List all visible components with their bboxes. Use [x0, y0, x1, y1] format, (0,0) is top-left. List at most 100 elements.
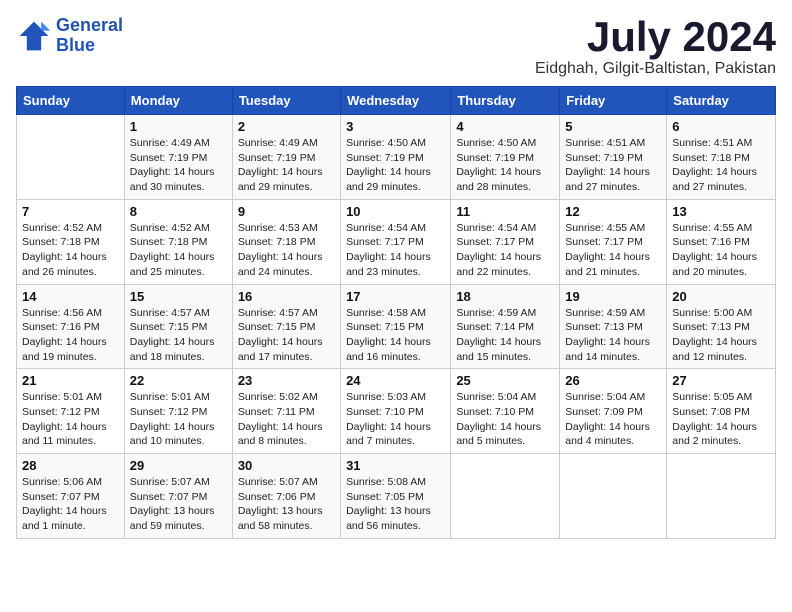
- calendar-cell: 30Sunrise: 5:07 AM Sunset: 7:06 PM Dayli…: [232, 454, 340, 539]
- day-info: Sunrise: 5:01 AM Sunset: 7:12 PM Dayligh…: [130, 390, 227, 449]
- day-info: Sunrise: 5:00 AM Sunset: 7:13 PM Dayligh…: [672, 306, 770, 365]
- day-number: 31: [346, 458, 445, 473]
- day-info: Sunrise: 4:51 AM Sunset: 7:18 PM Dayligh…: [672, 136, 770, 195]
- day-number: 24: [346, 373, 445, 388]
- day-number: 9: [238, 204, 335, 219]
- calendar-cell: 22 Sunrise: 5:01 AM Sunset: 7:12 PM Dayli…: [124, 369, 232, 454]
- day-number: 14: [22, 289, 119, 304]
- subtitle: Eidghah, Gilgit-Baltistan, Pakistan: [535, 60, 776, 78]
- calendar-cell: 7Sunrise: 4:52 AM Sunset: 7:18 PM Daylig…: [17, 199, 125, 284]
- logo-text: General Blue: [56, 16, 123, 56]
- day-info: Sunrise: 4:59 AM Sunset: 7:14 PM Dayligh…: [456, 306, 554, 365]
- column-header-thursday: Thursday: [451, 87, 560, 115]
- calendar-cell: 15 Sunrise: 4:57 AM Sunset: 7:15 PM Dayli…: [124, 284, 232, 369]
- calendar-cell: 17Sunrise: 4:58 AM Sunset: 7:15 PM Dayli…: [341, 284, 451, 369]
- day-number: 16: [238, 289, 335, 304]
- week-row-1: 1 Sunrise: 4:49 AM Sunset: 7:19 PM Daylig…: [17, 115, 776, 200]
- calendar-cell: 29 Sunrise: 5:07 AM Sunset: 7:07 PM Dayli…: [124, 454, 232, 539]
- calendar-cell: [451, 454, 560, 539]
- calendar-cell: 26Sunrise: 5:04 AM Sunset: 7:09 PM Dayli…: [560, 369, 667, 454]
- day-number: 13: [672, 204, 770, 219]
- day-info: Sunrise: 4:53 AM Sunset: 7:18 PM Dayligh…: [238, 221, 335, 280]
- week-row-4: 21 Sunrise: 5:01 AM Sunset: 7:12 PM Dayli…: [17, 369, 776, 454]
- calendar-cell: 6Sunrise: 4:51 AM Sunset: 7:18 PM Daylig…: [667, 115, 776, 200]
- day-number: 22: [130, 373, 227, 388]
- day-number: 5: [565, 119, 661, 134]
- calendar-cell: 12Sunrise: 4:55 AM Sunset: 7:17 PM Dayli…: [560, 199, 667, 284]
- day-number: 18: [456, 289, 554, 304]
- day-info: Sunrise: 4:55 AM Sunset: 7:16 PM Dayligh…: [672, 221, 770, 280]
- calendar-cell: 5 Sunrise: 4:51 AM Sunset: 7:19 PM Daylig…: [560, 115, 667, 200]
- day-info: Sunrise: 4:49 AM Sunset: 7:19 PM Dayligh…: [238, 136, 335, 195]
- day-number: 23: [238, 373, 335, 388]
- calendar-cell: 31 Sunrise: 5:08 AM Sunset: 7:05 PM Dayli…: [341, 454, 451, 539]
- week-row-5: 28 Sunrise: 5:06 AM Sunset: 7:07 PM Dayli…: [17, 454, 776, 539]
- calendar-cell: [667, 454, 776, 539]
- calendar-cell: 3Sunrise: 4:50 AM Sunset: 7:19 PM Daylig…: [341, 115, 451, 200]
- logo: General Blue: [16, 16, 123, 56]
- day-info: Sunrise: 5:07 AM Sunset: 7:06 PM Dayligh…: [238, 475, 335, 534]
- calendar-cell: 24 Sunrise: 5:03 AM Sunset: 7:10 PM Dayli…: [341, 369, 451, 454]
- day-number: 25: [456, 373, 554, 388]
- day-info: Sunrise: 4:50 AM Sunset: 7:19 PM Dayligh…: [456, 136, 554, 195]
- column-header-tuesday: Tuesday: [232, 87, 340, 115]
- day-number: 2: [238, 119, 335, 134]
- column-header-friday: Friday: [560, 87, 667, 115]
- day-info: Sunrise: 4:52 AM Sunset: 7:18 PM Dayligh…: [130, 221, 227, 280]
- calendar-cell: 19 Sunrise: 4:59 AM Sunset: 7:13 PM Dayli…: [560, 284, 667, 369]
- day-info: Sunrise: 4:59 AM Sunset: 7:13 PM Dayligh…: [565, 306, 661, 365]
- day-number: 27: [672, 373, 770, 388]
- calendar-cell: 13 Sunrise: 4:55 AM Sunset: 7:16 PM Dayli…: [667, 199, 776, 284]
- header-row: SundayMondayTuesdayWednesdayThursdayFrid…: [17, 87, 776, 115]
- calendar-table: SundayMondayTuesdayWednesdayThursdayFrid…: [16, 86, 776, 539]
- day-number: 21: [22, 373, 119, 388]
- calendar-cell: 4Sunrise: 4:50 AM Sunset: 7:19 PM Daylig…: [451, 115, 560, 200]
- day-number: 20: [672, 289, 770, 304]
- day-info: Sunrise: 5:06 AM Sunset: 7:07 PM Dayligh…: [22, 475, 119, 534]
- day-number: 3: [346, 119, 445, 134]
- calendar-cell: 18 Sunrise: 4:59 AM Sunset: 7:14 PM Dayli…: [451, 284, 560, 369]
- calendar-cell: 14 Sunrise: 4:56 AM Sunset: 7:16 PM Dayli…: [17, 284, 125, 369]
- calendar-cell: 16 Sunrise: 4:57 AM Sunset: 7:15 PM Dayli…: [232, 284, 340, 369]
- day-info: Sunrise: 5:05 AM Sunset: 7:08 PM Dayligh…: [672, 390, 770, 449]
- day-info: Sunrise: 4:55 AM Sunset: 7:17 PM Dayligh…: [565, 221, 661, 280]
- day-number: 15: [130, 289, 227, 304]
- calendar-cell: 27 Sunrise: 5:05 AM Sunset: 7:08 PM Dayli…: [667, 369, 776, 454]
- day-number: 29: [130, 458, 227, 473]
- day-info: Sunrise: 5:01 AM Sunset: 7:12 PM Dayligh…: [22, 390, 119, 449]
- header: General Blue July 2024 Eidghah, Gilgit-B…: [16, 16, 776, 78]
- calendar-cell: [17, 115, 125, 200]
- day-number: 1: [130, 119, 227, 134]
- calendar-cell: 25 Sunrise: 5:04 AM Sunset: 7:10 PM Dayli…: [451, 369, 560, 454]
- month-title: July 2024: [535, 16, 776, 58]
- day-number: 19: [565, 289, 661, 304]
- day-number: 11: [456, 204, 554, 219]
- day-info: Sunrise: 4:57 AM Sunset: 7:15 PM Dayligh…: [130, 306, 227, 365]
- column-header-monday: Monday: [124, 87, 232, 115]
- day-info: Sunrise: 4:58 AM Sunset: 7:15 PM Dayligh…: [346, 306, 445, 365]
- calendar-cell: [560, 454, 667, 539]
- day-info: Sunrise: 4:56 AM Sunset: 7:16 PM Dayligh…: [22, 306, 119, 365]
- day-info: Sunrise: 5:04 AM Sunset: 7:10 PM Dayligh…: [456, 390, 554, 449]
- day-info: Sunrise: 4:49 AM Sunset: 7:19 PM Dayligh…: [130, 136, 227, 195]
- day-number: 8: [130, 204, 227, 219]
- calendar-cell: 21 Sunrise: 5:01 AM Sunset: 7:12 PM Dayli…: [17, 369, 125, 454]
- week-row-2: 7Sunrise: 4:52 AM Sunset: 7:18 PM Daylig…: [17, 199, 776, 284]
- day-info: Sunrise: 5:07 AM Sunset: 7:07 PM Dayligh…: [130, 475, 227, 534]
- day-number: 28: [22, 458, 119, 473]
- column-header-wednesday: Wednesday: [341, 87, 451, 115]
- calendar-cell: 20 Sunrise: 5:00 AM Sunset: 7:13 PM Dayli…: [667, 284, 776, 369]
- day-info: Sunrise: 4:57 AM Sunset: 7:15 PM Dayligh…: [238, 306, 335, 365]
- calendar-cell: 10Sunrise: 4:54 AM Sunset: 7:17 PM Dayli…: [341, 199, 451, 284]
- day-info: Sunrise: 4:52 AM Sunset: 7:18 PM Dayligh…: [22, 221, 119, 280]
- day-info: Sunrise: 4:51 AM Sunset: 7:19 PM Dayligh…: [565, 136, 661, 195]
- day-info: Sunrise: 5:08 AM Sunset: 7:05 PM Dayligh…: [346, 475, 445, 534]
- column-header-sunday: Sunday: [17, 87, 125, 115]
- calendar-cell: 11Sunrise: 4:54 AM Sunset: 7:17 PM Dayli…: [451, 199, 560, 284]
- calendar-cell: 1 Sunrise: 4:49 AM Sunset: 7:19 PM Daylig…: [124, 115, 232, 200]
- day-info: Sunrise: 5:03 AM Sunset: 7:10 PM Dayligh…: [346, 390, 445, 449]
- calendar-cell: 2 Sunrise: 4:49 AM Sunset: 7:19 PM Daylig…: [232, 115, 340, 200]
- day-info: Sunrise: 5:04 AM Sunset: 7:09 PM Dayligh…: [565, 390, 661, 449]
- calendar-cell: 8 Sunrise: 4:52 AM Sunset: 7:18 PM Daylig…: [124, 199, 232, 284]
- day-info: Sunrise: 5:02 AM Sunset: 7:11 PM Dayligh…: [238, 390, 335, 449]
